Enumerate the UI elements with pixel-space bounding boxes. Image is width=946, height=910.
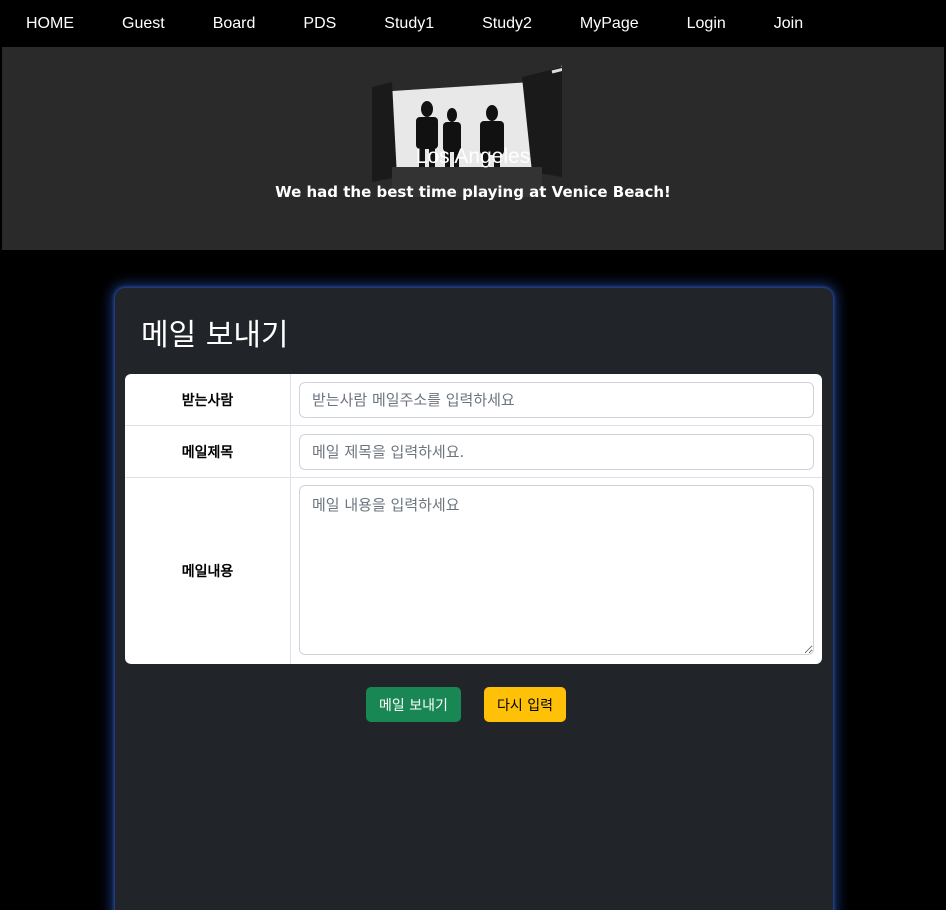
hero-banner: Los Angeles We had the best time playing… xyxy=(2,47,944,250)
mail-form-table: 받는사람 메일제목 메일내용 xyxy=(125,374,822,664)
content-row: 메일내용 xyxy=(125,478,822,664)
subject-field-wrap xyxy=(299,434,814,470)
to-input[interactable] xyxy=(299,382,814,418)
subject-label: 메일제목 xyxy=(125,426,291,477)
nav-mypage[interactable]: MyPage xyxy=(556,1,663,47)
subject-input[interactable] xyxy=(299,434,814,470)
reset-button[interactable]: 다시 입력 xyxy=(484,687,566,722)
send-mail-button[interactable]: 메일 보내기 xyxy=(366,687,461,722)
nav-pds[interactable]: PDS xyxy=(279,1,360,47)
hero-photo xyxy=(372,47,562,197)
to-row: 받는사람 xyxy=(125,374,822,426)
content-textarea[interactable] xyxy=(299,485,814,655)
to-field-wrap xyxy=(299,382,814,418)
nav-board[interactable]: Board xyxy=(189,1,280,47)
nav-study1[interactable]: Study1 xyxy=(360,1,458,47)
hero-title: Los Angeles xyxy=(415,145,531,168)
hero-subtitle: We had the best time playing at Venice B… xyxy=(275,183,671,201)
mail-card: 메일 보내기 받는사람 메일제목 메일내용 메일 보내기 다시 입력 xyxy=(115,288,833,910)
nav-join[interactable]: Join xyxy=(750,1,827,47)
to-label: 받는사람 xyxy=(125,374,291,425)
nav-login[interactable]: Login xyxy=(663,1,750,47)
nav-guest[interactable]: Guest xyxy=(98,1,189,47)
content-label: 메일내용 xyxy=(125,478,291,664)
subject-row: 메일제목 xyxy=(125,426,822,478)
content-field-wrap xyxy=(299,485,814,659)
page-title: 메일 보내기 xyxy=(141,318,289,353)
nav-home[interactable]: HOME xyxy=(2,1,98,47)
nav-study2[interactable]: Study2 xyxy=(458,1,556,47)
top-navbar: HOME Guest Board PDS Study1 Study2 MyPag… xyxy=(0,0,946,47)
